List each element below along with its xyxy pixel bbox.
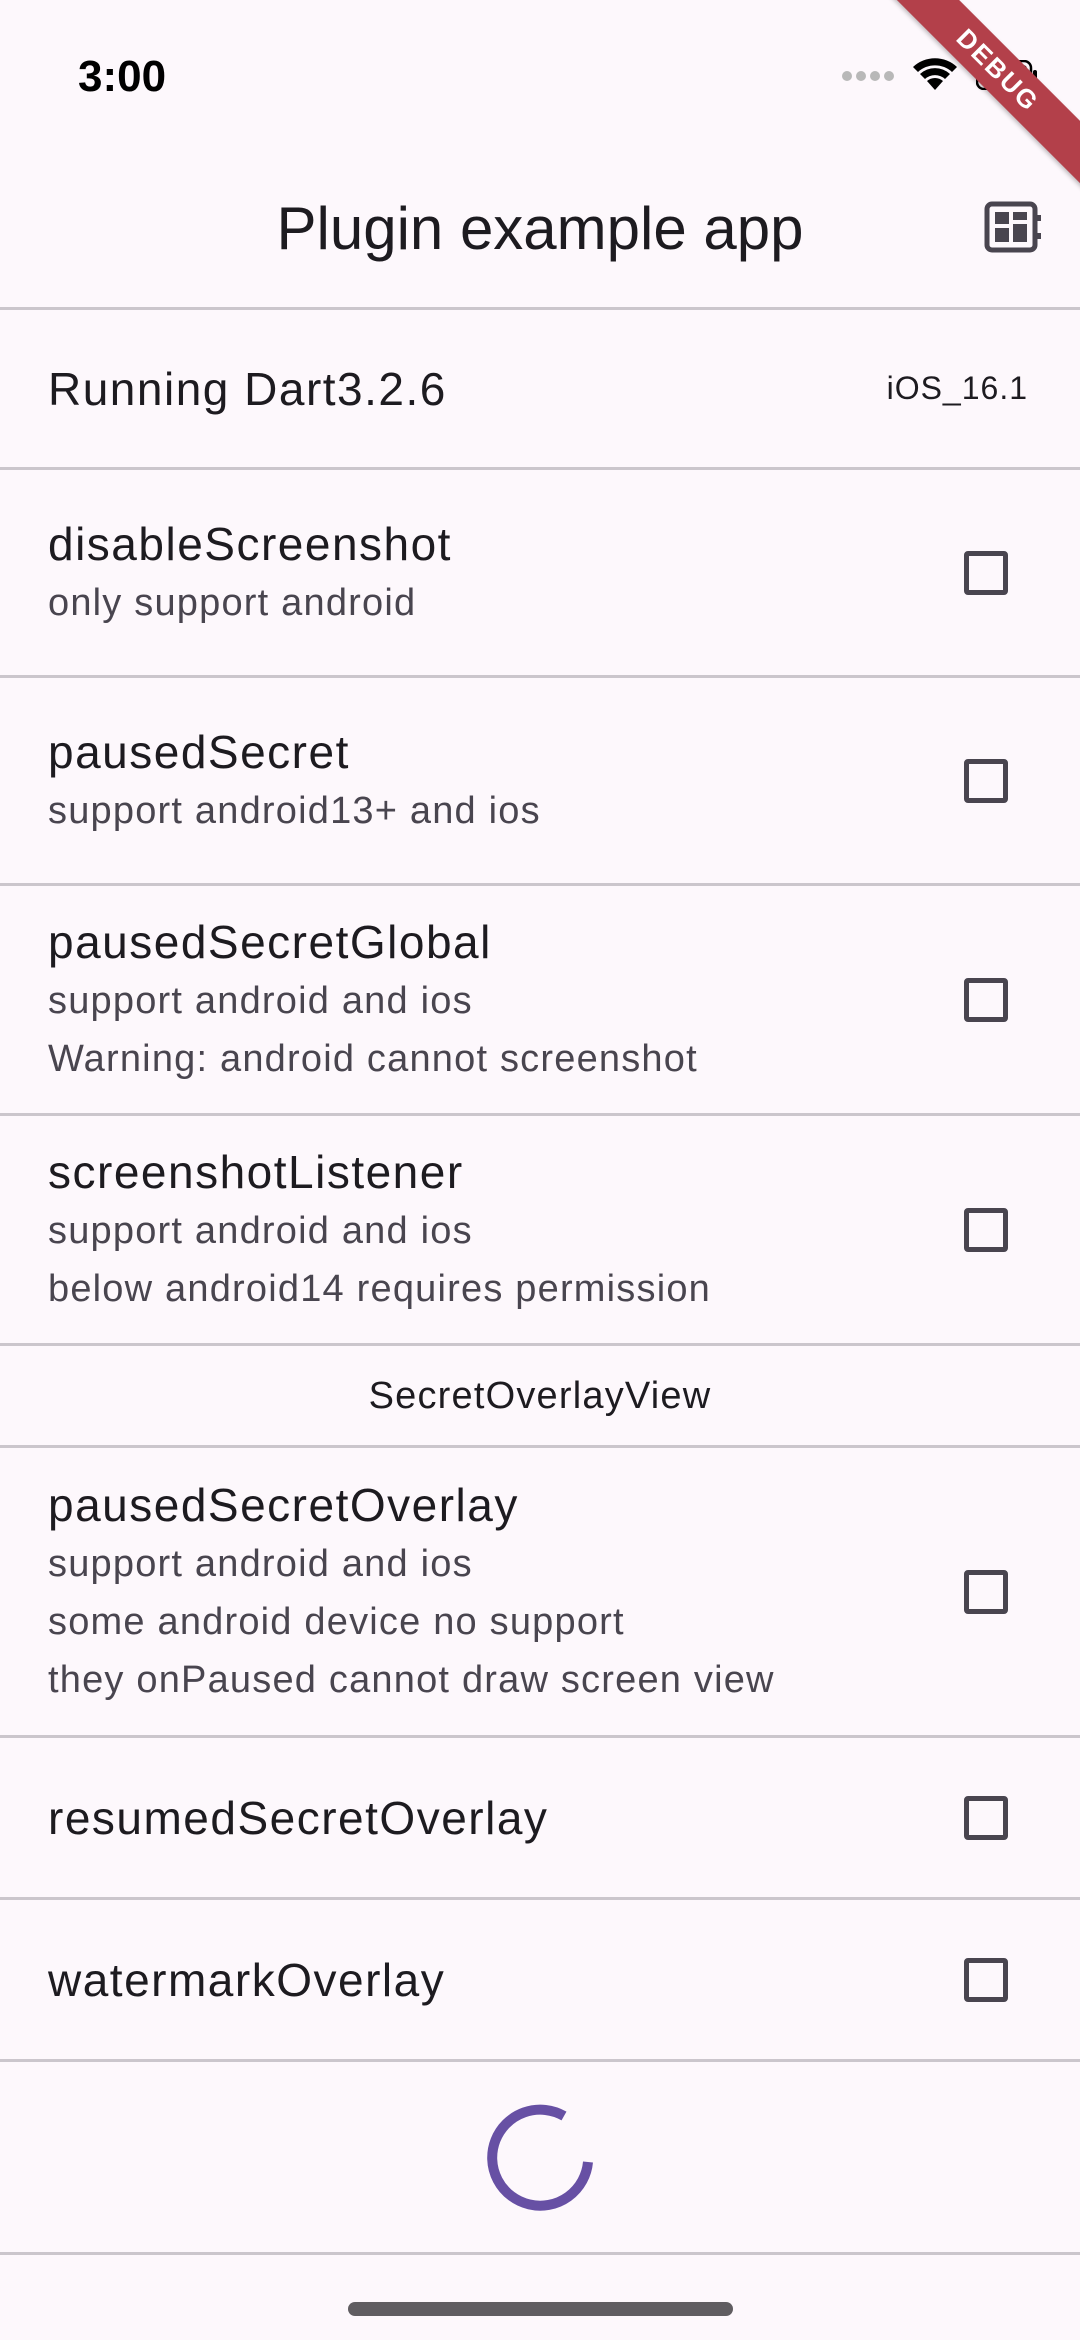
platform-version-label: iOS_16.1 — [886, 370, 1028, 406]
dashboard-icon — [984, 201, 1042, 258]
info-row-text: Running Dart3.2.6 — [48, 359, 887, 419]
option-row-paused-secret-overlay[interactable]: pausedSecretOverlay support android and … — [0, 1448, 1080, 1735]
option-text: screenshotListener support android and i… — [48, 1142, 964, 1318]
option-title: disableScreenshot — [48, 517, 452, 570]
option-text: resumedSecretOverlay — [48, 1788, 964, 1848]
status-bar: 3:00 — [0, 0, 1080, 150]
dashboard-button[interactable] — [982, 198, 1044, 260]
bottom-divider — [0, 2252, 1080, 2255]
resumed-secret-overlay-checkbox[interactable] — [964, 1795, 1008, 1840]
option-row-disable-screenshot[interactable]: disableScreenshot only support android — [0, 470, 1080, 675]
option-row-watermark-overlay[interactable]: watermarkOverlay — [0, 1900, 1080, 2059]
row-divider — [0, 2059, 1080, 2062]
option-title: screenshotListener — [48, 1145, 464, 1198]
option-row-screenshot-listener[interactable]: screenshotListener support android and i… — [0, 1116, 1080, 1343]
info-row: Running Dart3.2.6 iOS_16.1 — [0, 310, 1080, 467]
section-header-secret-overlay-view: SecretOverlayView — [368, 1375, 712, 1417]
disable-screenshot-checkbox[interactable] — [964, 550, 1008, 595]
paused-secret-checkbox[interactable] — [964, 758, 1008, 803]
option-subtitle-line: support android13+ and ios — [48, 789, 541, 832]
option-row-paused-secret-global[interactable]: pausedSecretGlobal support android and i… — [0, 886, 1080, 1113]
loading-spinner — [480, 2098, 600, 2218]
option-subtitle-line: support android and ios — [48, 1209, 473, 1252]
app-bar: Plugin example app — [0, 150, 1080, 307]
progress-indicator-icon — [487, 2104, 593, 2211]
option-subtitle-line: only support android — [48, 581, 417, 624]
option-subtitle-line: they onPaused cannot draw screen view — [48, 1658, 775, 1701]
option-title: resumedSecretOverlay — [48, 1791, 549, 1844]
running-version-label: Running Dart3.2.6 — [48, 362, 447, 415]
app-screen: 3:00 DEBUG Plugin example app Running Da… — [0, 0, 1080, 2340]
option-title: watermarkOverlay — [48, 1953, 446, 2006]
app-title: Plugin example app — [276, 195, 804, 262]
home-indicator[interactable] — [348, 2302, 733, 2316]
option-subtitle-line: support android and ios — [48, 979, 473, 1022]
option-text: disableScreenshot only support android — [48, 514, 964, 632]
option-subtitle-line: some android device no support — [48, 1600, 625, 1643]
option-title: pausedSecret — [48, 725, 350, 778]
option-text: watermarkOverlay — [48, 1950, 964, 2010]
status-time: 3:00 — [78, 52, 167, 101]
paused-secret-overlay-checkbox[interactable] — [964, 1569, 1008, 1614]
paused-secret-global-checkbox[interactable] — [964, 977, 1008, 1022]
option-subtitle-line: Warning: android cannot screenshot — [48, 1037, 698, 1080]
watermark-overlay-checkbox[interactable] — [964, 1957, 1008, 2002]
option-text: pausedSecret support android13+ and ios — [48, 722, 964, 840]
option-text: pausedSecretOverlay support android and … — [48, 1475, 964, 1709]
option-text: pausedSecretGlobal support android and i… — [48, 912, 964, 1088]
option-subtitle-line: below android14 requires permission — [48, 1267, 712, 1310]
wifi-icon — [912, 58, 958, 97]
option-title: pausedSecretGlobal — [48, 915, 492, 968]
option-subtitle-line: support android and ios — [48, 1542, 473, 1585]
screenshot-listener-checkbox[interactable] — [964, 1207, 1008, 1252]
signal-dots-icon — [842, 69, 894, 87]
option-row-paused-secret[interactable]: pausedSecret support android13+ and ios — [0, 678, 1080, 883]
option-row-resumed-secret-overlay[interactable]: resumedSecretOverlay — [0, 1738, 1080, 1897]
row-divider — [0, 1343, 1080, 1346]
option-title: pausedSecretOverlay — [48, 1478, 519, 1531]
